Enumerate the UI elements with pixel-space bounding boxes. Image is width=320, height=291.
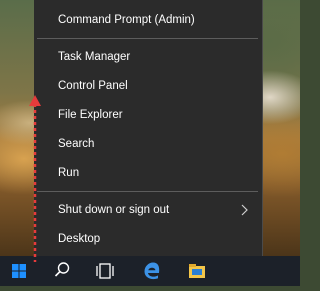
annotation-arrow — [29, 95, 41, 262]
